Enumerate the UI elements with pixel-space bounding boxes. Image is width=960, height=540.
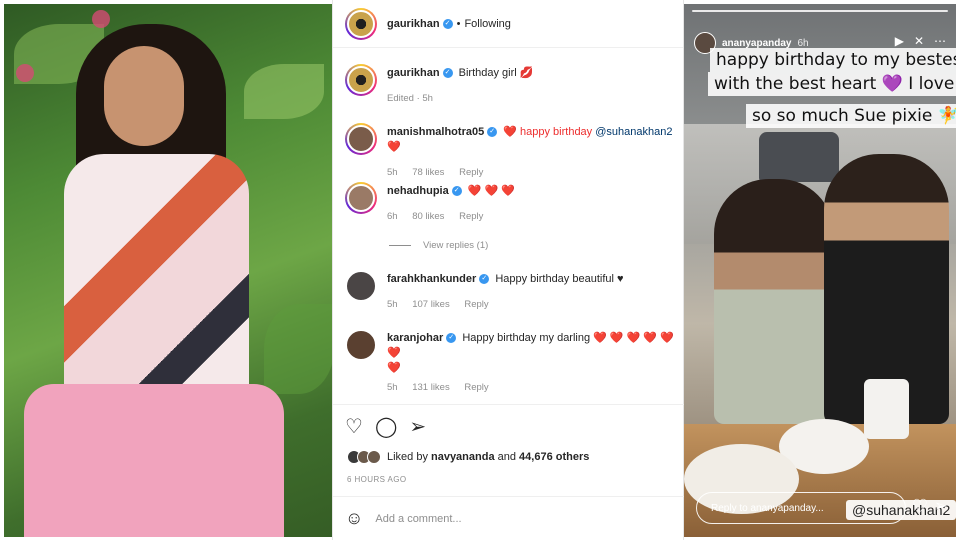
add-comment-bar: ☺ Add a comment... [333,496,685,540]
comment-text: ❤️ ❤️ ❤️ [467,185,515,197]
liked-by-user[interactable]: navyananda [431,451,495,463]
verified-icon: ✓ [479,274,490,285]
flower [92,10,110,28]
reply-button[interactable]: Reply [464,382,488,393]
comment-time: 5h [387,167,398,178]
face [104,46,184,146]
comment-icon[interactable]: ◯ [375,417,397,437]
verified-icon: ✓ [442,18,453,29]
liker-avatars [347,450,381,464]
post-time: 6 HOURS AGO [347,475,407,484]
caption: gaurikhan ✓ Birthday girl 💋 Edited · 5h [345,64,677,106]
comment-likes[interactable]: 80 likes [412,211,444,222]
mute-icon[interactable]: ✕ [914,34,924,48]
liked-by-and: and [494,451,520,463]
avatar[interactable] [345,270,377,302]
story-time: 6h [797,37,809,49]
comment-text: Happy birthday beautiful ♥ [495,273,624,285]
send-icon[interactable]: ➢ [934,496,947,516]
person-left [714,179,834,424]
liked-by-count[interactable]: 44,676 others [519,451,589,463]
comment-trailing-emoji: ❤️ [387,362,401,374]
liked-by: Liked by navyananda and 44,676 others [347,450,589,464]
comment-trailing-emoji: ❤️ [387,141,401,153]
comment-text: ❤️ happy birthday [503,126,596,138]
story-caption-line: so so much Sue pixie 🧚 [746,104,956,128]
story-caption-line: happy birthday to my bestest gir [710,48,956,72]
comment-username[interactable]: karanjohar [387,332,443,344]
comment-time: 5h [387,382,398,393]
heart-icon[interactable]: ♡ [912,496,928,517]
verified-icon: ✓ [487,127,498,138]
share-icon[interactable]: ➢ [409,417,426,437]
avatar[interactable] [345,64,377,96]
comment-input[interactable]: Add a comment... [375,513,461,525]
post-actions: ♡ ◯ ➢ Liked by navyananda and 44,676 oth… [333,404,685,496]
story-progress-bar [692,10,948,12]
reply-button[interactable]: Reply [459,167,483,178]
liked-by-prefix: Liked by [387,451,428,463]
left-photo [4,4,332,537]
flower [16,64,34,82]
verified-icon: ✓ [451,186,462,197]
author-username[interactable]: gaurikhan [387,18,440,30]
comment-username[interactable]: nehadhupia [387,185,449,197]
instagram-post-panel: gaurikhan ✓ • Following gaurikhan ✓ Birth… [332,0,685,540]
emoji-icon[interactable]: ☺ [345,508,363,529]
comment-item: farahkhankunder ✓ Happy birthday beautifu… [345,270,677,312]
view-replies-label[interactable]: View replies (1) [423,240,488,251]
play-icon[interactable]: ▶ [895,34,904,48]
post-header: gaurikhan ✓ • Following [333,0,683,48]
more-icon[interactable]: ⋯ [934,34,946,48]
comment-username[interactable]: manishmalhotra05 [387,126,484,138]
comment-meta: 6h 80 likes Reply [387,209,515,224]
mention-link[interactable]: @suhanakhan2 [595,126,672,138]
comment-likes[interactable]: 131 likes [412,382,450,393]
dot-separator: • [456,17,461,30]
heart-icon[interactable]: ♡ [345,417,363,437]
comment-item: manishmalhotra05 ✓ ❤️ happy birthday @suh… [345,123,677,180]
caption-text: Birthday girl 💋 [458,67,534,79]
avatar[interactable] [345,7,377,40]
comment-likes[interactable]: 78 likes [412,167,444,178]
handbag [864,379,909,439]
story-controls: ▶ ✕ ⋯ [895,34,946,48]
following-button[interactable]: Following [464,18,510,30]
comment-meta: 5h 131 likes Reply [387,380,677,395]
background-car [759,132,839,182]
comment-time: 5h [387,299,398,310]
action-icon-row: ♡ ◯ ➢ [345,417,426,437]
reply-button[interactable]: Reply [464,299,488,310]
comment-time: 6h [387,211,398,222]
story-caption-line: with the best heart 💜 I love u so [708,72,956,96]
replies-divider [389,245,411,246]
avatar[interactable] [345,329,377,361]
comment-likes[interactable]: 107 likes [412,299,450,310]
avatar[interactable] [345,182,377,214]
comment-item: karanjohar ✓ Happy birthday my darling ❤️… [345,329,677,395]
view-replies-button[interactable]: View replies (1) [389,240,488,251]
foliage [244,64,324,119]
foliage [264,304,332,394]
comment-meta: 5h 78 likes Reply [387,165,677,180]
story-username[interactable]: ananyapanday [722,38,791,49]
caption-meta: Edited · 5h [387,93,433,104]
caption-username[interactable]: gaurikhan [387,67,440,79]
avatar[interactable] [345,123,377,155]
comment-meta: 5h 107 likes Reply [387,297,624,312]
verified-icon: ✓ [446,333,457,344]
reply-button[interactable]: Reply [459,211,483,222]
story-panel: ananyapanday 6h ▶ ✕ ⋯ happy birthday to … [684,4,956,537]
comment-item: nehadhupia ✓ ❤️ ❤️ ❤️ 6h 80 likes Reply [345,182,677,224]
comment-username[interactable]: farahkhankunder [387,273,476,285]
trousers [24,384,284,537]
verified-icon: ✓ [442,68,453,79]
blouse [64,154,249,404]
